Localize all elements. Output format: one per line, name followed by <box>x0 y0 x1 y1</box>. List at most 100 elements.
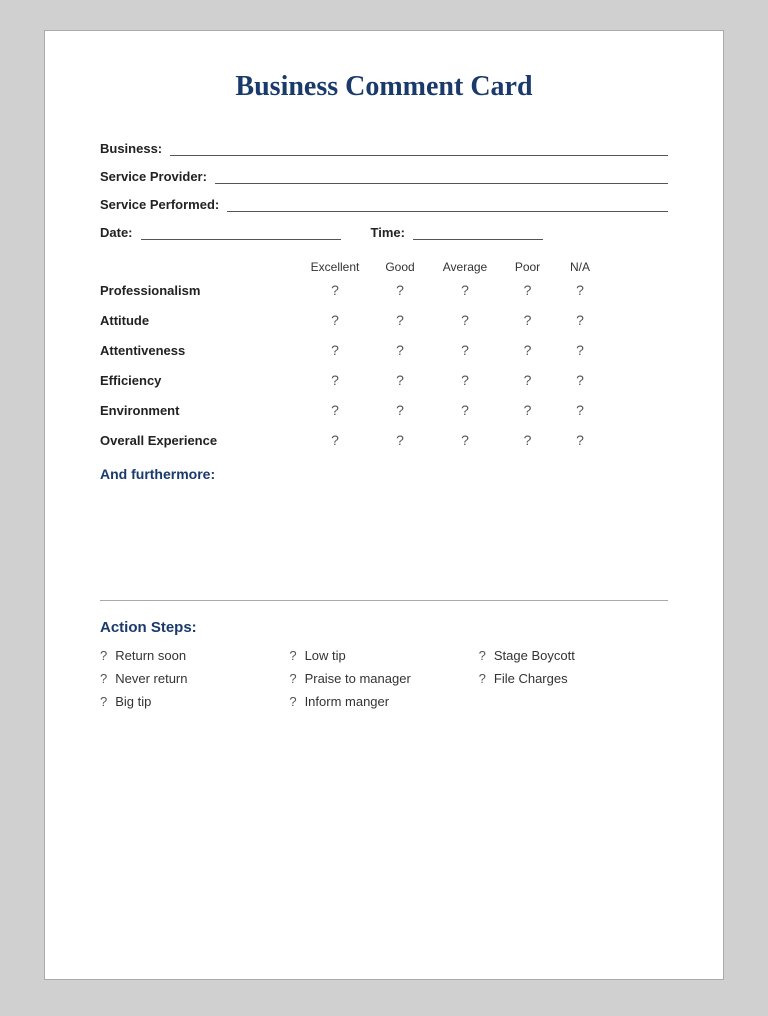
header-good: Good <box>370 260 430 274</box>
low-tip-symbol[interactable]: ? <box>289 648 296 663</box>
rating-row-professionalism: Professionalism ? ? ? ? ? <box>100 282 668 298</box>
attentiveness-average[interactable]: ? <box>430 342 500 358</box>
professionalism-na[interactable]: ? <box>555 282 605 298</box>
date-time-row: Date: Time: <box>100 222 668 240</box>
attitude-good[interactable]: ? <box>370 312 430 328</box>
time-input[interactable] <box>413 222 543 240</box>
attitude-label: Attitude <box>100 313 300 328</box>
big-tip-label: Big tip <box>115 694 151 709</box>
environment-na[interactable]: ? <box>555 402 605 418</box>
attentiveness-good[interactable]: ? <box>370 342 430 358</box>
card-title: Business Comment Card <box>100 71 668 103</box>
environment-poor[interactable]: ? <box>500 402 555 418</box>
professionalism-excellent[interactable]: ? <box>300 282 370 298</box>
header-average: Average <box>430 260 500 274</box>
header-excellent: Excellent <box>300 260 370 274</box>
efficiency-label: Efficiency <box>100 373 300 388</box>
stage-boycott-symbol[interactable]: ? <box>479 648 486 663</box>
rating-header-row: Excellent Good Average Poor N/A <box>100 260 668 274</box>
service-performed-field-row: Service Performed: <box>100 194 668 212</box>
overall-excellent[interactable]: ? <box>300 432 370 448</box>
action-col1: ? Return soon ? Never return ? Big tip <box>100 648 289 717</box>
overall-na[interactable]: ? <box>555 432 605 448</box>
rating-section: Excellent Good Average Poor N/A Professi… <box>100 260 668 448</box>
stage-boycott-label: Stage Boycott <box>494 648 575 663</box>
efficiency-na[interactable]: ? <box>555 372 605 388</box>
attitude-excellent[interactable]: ? <box>300 312 370 328</box>
overall-good[interactable]: ? <box>370 432 430 448</box>
service-provider-label: Service Provider: <box>100 169 207 184</box>
attitude-average[interactable]: ? <box>430 312 500 328</box>
service-performed-label: Service Performed: <box>100 197 219 212</box>
date-input[interactable] <box>141 222 341 240</box>
overall-label: Overall Experience <box>100 433 300 448</box>
service-performed-input[interactable] <box>227 194 668 212</box>
furthermore-text-area[interactable] <box>100 490 668 580</box>
action-return-soon: ? Return soon <box>100 648 289 663</box>
low-tip-label: Low tip <box>305 648 346 663</box>
action-low-tip: ? Low tip <box>289 648 478 663</box>
file-charges-label: File Charges <box>494 671 568 686</box>
attentiveness-label: Attentiveness <box>100 343 300 358</box>
section-divider <box>100 600 668 601</box>
action-big-tip: ? Big tip <box>100 694 289 709</box>
furthermore-title: And furthermore: <box>100 466 668 482</box>
return-soon-symbol[interactable]: ? <box>100 648 107 663</box>
action-file-charges: ? File Charges <box>479 671 668 686</box>
professionalism-good[interactable]: ? <box>370 282 430 298</box>
attentiveness-na[interactable]: ? <box>555 342 605 358</box>
action-never-return: ? Never return <box>100 671 289 686</box>
praise-manager-symbol[interactable]: ? <box>289 671 296 686</box>
professionalism-label: Professionalism <box>100 283 300 298</box>
action-steps-section: Action Steps: ? Return soon ? Never retu… <box>100 619 668 717</box>
action-col2: ? Low tip ? Praise to manager ? Inform m… <box>289 648 478 717</box>
attentiveness-poor[interactable]: ? <box>500 342 555 358</box>
attentiveness-excellent[interactable]: ? <box>300 342 370 358</box>
rating-row-attentiveness: Attentiveness ? ? ? ? ? <box>100 342 668 358</box>
overall-poor[interactable]: ? <box>500 432 555 448</box>
efficiency-excellent[interactable]: ? <box>300 372 370 388</box>
action-grid: ? Return soon ? Never return ? Big tip ?… <box>100 648 668 717</box>
fields-section: Business: Service Provider: Service Perf… <box>100 138 668 240</box>
efficiency-poor[interactable]: ? <box>500 372 555 388</box>
professionalism-poor[interactable]: ? <box>500 282 555 298</box>
inform-manager-symbol[interactable]: ? <box>289 694 296 709</box>
action-steps-title: Action Steps: <box>100 619 668 636</box>
date-label: Date: <box>100 225 133 240</box>
efficiency-average[interactable]: ? <box>430 372 500 388</box>
never-return-symbol[interactable]: ? <box>100 671 107 686</box>
environment-average[interactable]: ? <box>430 402 500 418</box>
furthermore-section: And furthermore: <box>100 466 668 580</box>
environment-excellent[interactable]: ? <box>300 402 370 418</box>
efficiency-good[interactable]: ? <box>370 372 430 388</box>
file-charges-symbol[interactable]: ? <box>479 671 486 686</box>
header-empty <box>100 260 300 274</box>
professionalism-average[interactable]: ? <box>430 282 500 298</box>
action-inform-manager: ? Inform manger <box>289 694 478 709</box>
time-label: Time: <box>371 225 405 240</box>
environment-label: Environment <box>100 403 300 418</box>
praise-manager-label: Praise to manager <box>305 671 411 686</box>
attitude-poor[interactable]: ? <box>500 312 555 328</box>
attitude-na[interactable]: ? <box>555 312 605 328</box>
return-soon-label: Return soon <box>115 648 186 663</box>
service-provider-field-row: Service Provider: <box>100 166 668 184</box>
business-field-row: Business: <box>100 138 668 156</box>
header-poor: Poor <box>500 260 555 274</box>
inform-manager-label: Inform manger <box>305 694 390 709</box>
service-provider-input[interactable] <box>215 166 668 184</box>
action-col3: ? Stage Boycott ? File Charges <box>479 648 668 717</box>
big-tip-symbol[interactable]: ? <box>100 694 107 709</box>
business-input[interactable] <box>170 138 668 156</box>
rating-row-attitude: Attitude ? ? ? ? ? <box>100 312 668 328</box>
never-return-label: Never return <box>115 671 187 686</box>
action-stage-boycott: ? Stage Boycott <box>479 648 668 663</box>
overall-average[interactable]: ? <box>430 432 500 448</box>
rating-row-environment: Environment ? ? ? ? ? <box>100 402 668 418</box>
header-na: N/A <box>555 260 605 274</box>
action-praise-manager: ? Praise to manager <box>289 671 478 686</box>
environment-good[interactable]: ? <box>370 402 430 418</box>
rating-row-efficiency: Efficiency ? ? ? ? ? <box>100 372 668 388</box>
comment-card: Business Comment Card Business: Service … <box>44 30 724 980</box>
business-label: Business: <box>100 141 162 156</box>
